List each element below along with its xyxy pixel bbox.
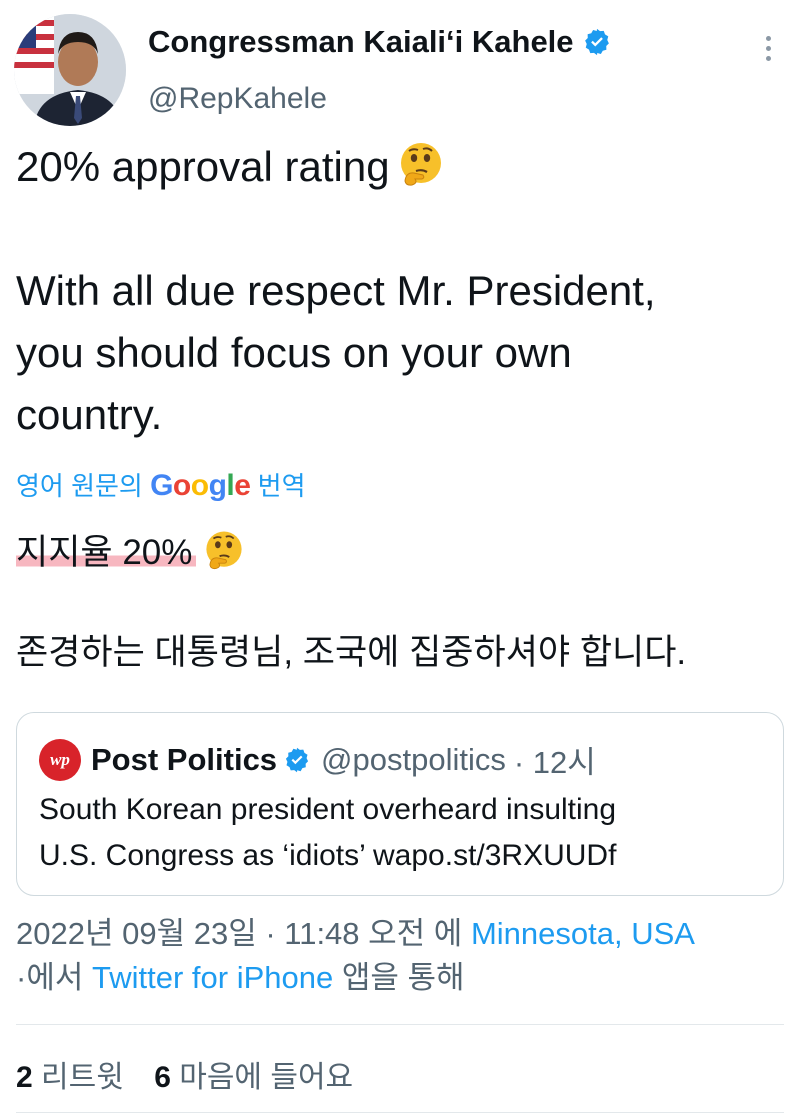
author-handle[interactable]: @RepKahele (148, 82, 327, 116)
tweet-text: 20% approval rating With all due respect… (16, 136, 786, 446)
quoted-tweet-text: South Korean president overheard insulti… (39, 787, 616, 879)
divider (16, 1112, 784, 1113)
author-name-text[interactable]: Congressman Kaiali‘i Kahele (148, 24, 574, 60)
source-app-link[interactable]: Twitter for iPhone (92, 960, 333, 995)
tweet-line-3: you should focus on your own (16, 329, 572, 376)
quoted-author-handle[interactable]: @postpolitics (321, 742, 506, 778)
highlight-mark: 지지율 20% (16, 533, 197, 572)
quoted-tweet-header: wp Post Politics @postpolitics · 12시 (39, 737, 596, 782)
engagement-stats: 2 리트윗 6 마음에 들어요 (16, 1052, 353, 1096)
author-name[interactable]: Congressman Kaiali‘i Kahele (148, 24, 612, 60)
tweet-line-4: country. (16, 391, 163, 438)
translated-text: 지지율 20% 존경하는 대통령님, 조국에 집중하셔야 합니다. (16, 528, 786, 678)
google-translate-link[interactable]: 영어 원문의 Google 번역 (16, 466, 306, 503)
quoted-line-2: U.S. Congress as ‘idiots’ wapo.st/3RXUUD… (39, 839, 617, 872)
post-politics-logo: wp (39, 738, 81, 781)
location-link[interactable]: Minnesota, USA (471, 916, 695, 951)
retweets-stat[interactable]: 2 리트윗 (16, 1061, 124, 1094)
meta-line-1: 2022년 09월 23일 · 11:48 오전 에 Minnesota, US… (16, 912, 786, 956)
meta-line-2: ·에서 Twitter for iPhone 앱을 통해 (16, 960, 465, 995)
quoted-tweet-time: · 12시 (513, 745, 596, 780)
verified-badge-icon (582, 27, 612, 57)
translated-line-1: 지지율 20% (16, 528, 786, 578)
tweet-line-2: With all due respect Mr. President, (16, 267, 656, 314)
google-logo: Google (150, 469, 251, 502)
avatar[interactable] (14, 14, 126, 126)
quoted-author-name[interactable]: Post Politics (91, 742, 277, 778)
quoted-line-1: South Korean president overheard insulti… (39, 793, 617, 826)
quoted-tweet-card[interactable]: wp Post Politics @postpolitics · 12시 Sou… (16, 712, 784, 896)
thinking-face-emoji-icon (202, 528, 246, 572)
divider (16, 1024, 784, 1025)
verified-badge-icon (283, 746, 311, 774)
more-options-icon[interactable] (758, 36, 778, 66)
likes-stat[interactable]: 6 마음에 들어요 (154, 1061, 353, 1094)
translated-blank-line (16, 578, 786, 628)
translated-line-2: 존경하는 대통령님, 조국에 집중하셔야 합니다. (16, 633, 687, 672)
tweet-line-1: 20% approval rating (16, 136, 786, 198)
tweet-metadata: 2022년 09월 23일 · 11:48 오전 에 Minnesota, US… (16, 912, 786, 1000)
thinking-face-emoji-icon (396, 139, 446, 189)
tweet-timestamp[interactable]: 2022년 09월 23일 · 11:48 오전 에 (16, 916, 462, 951)
